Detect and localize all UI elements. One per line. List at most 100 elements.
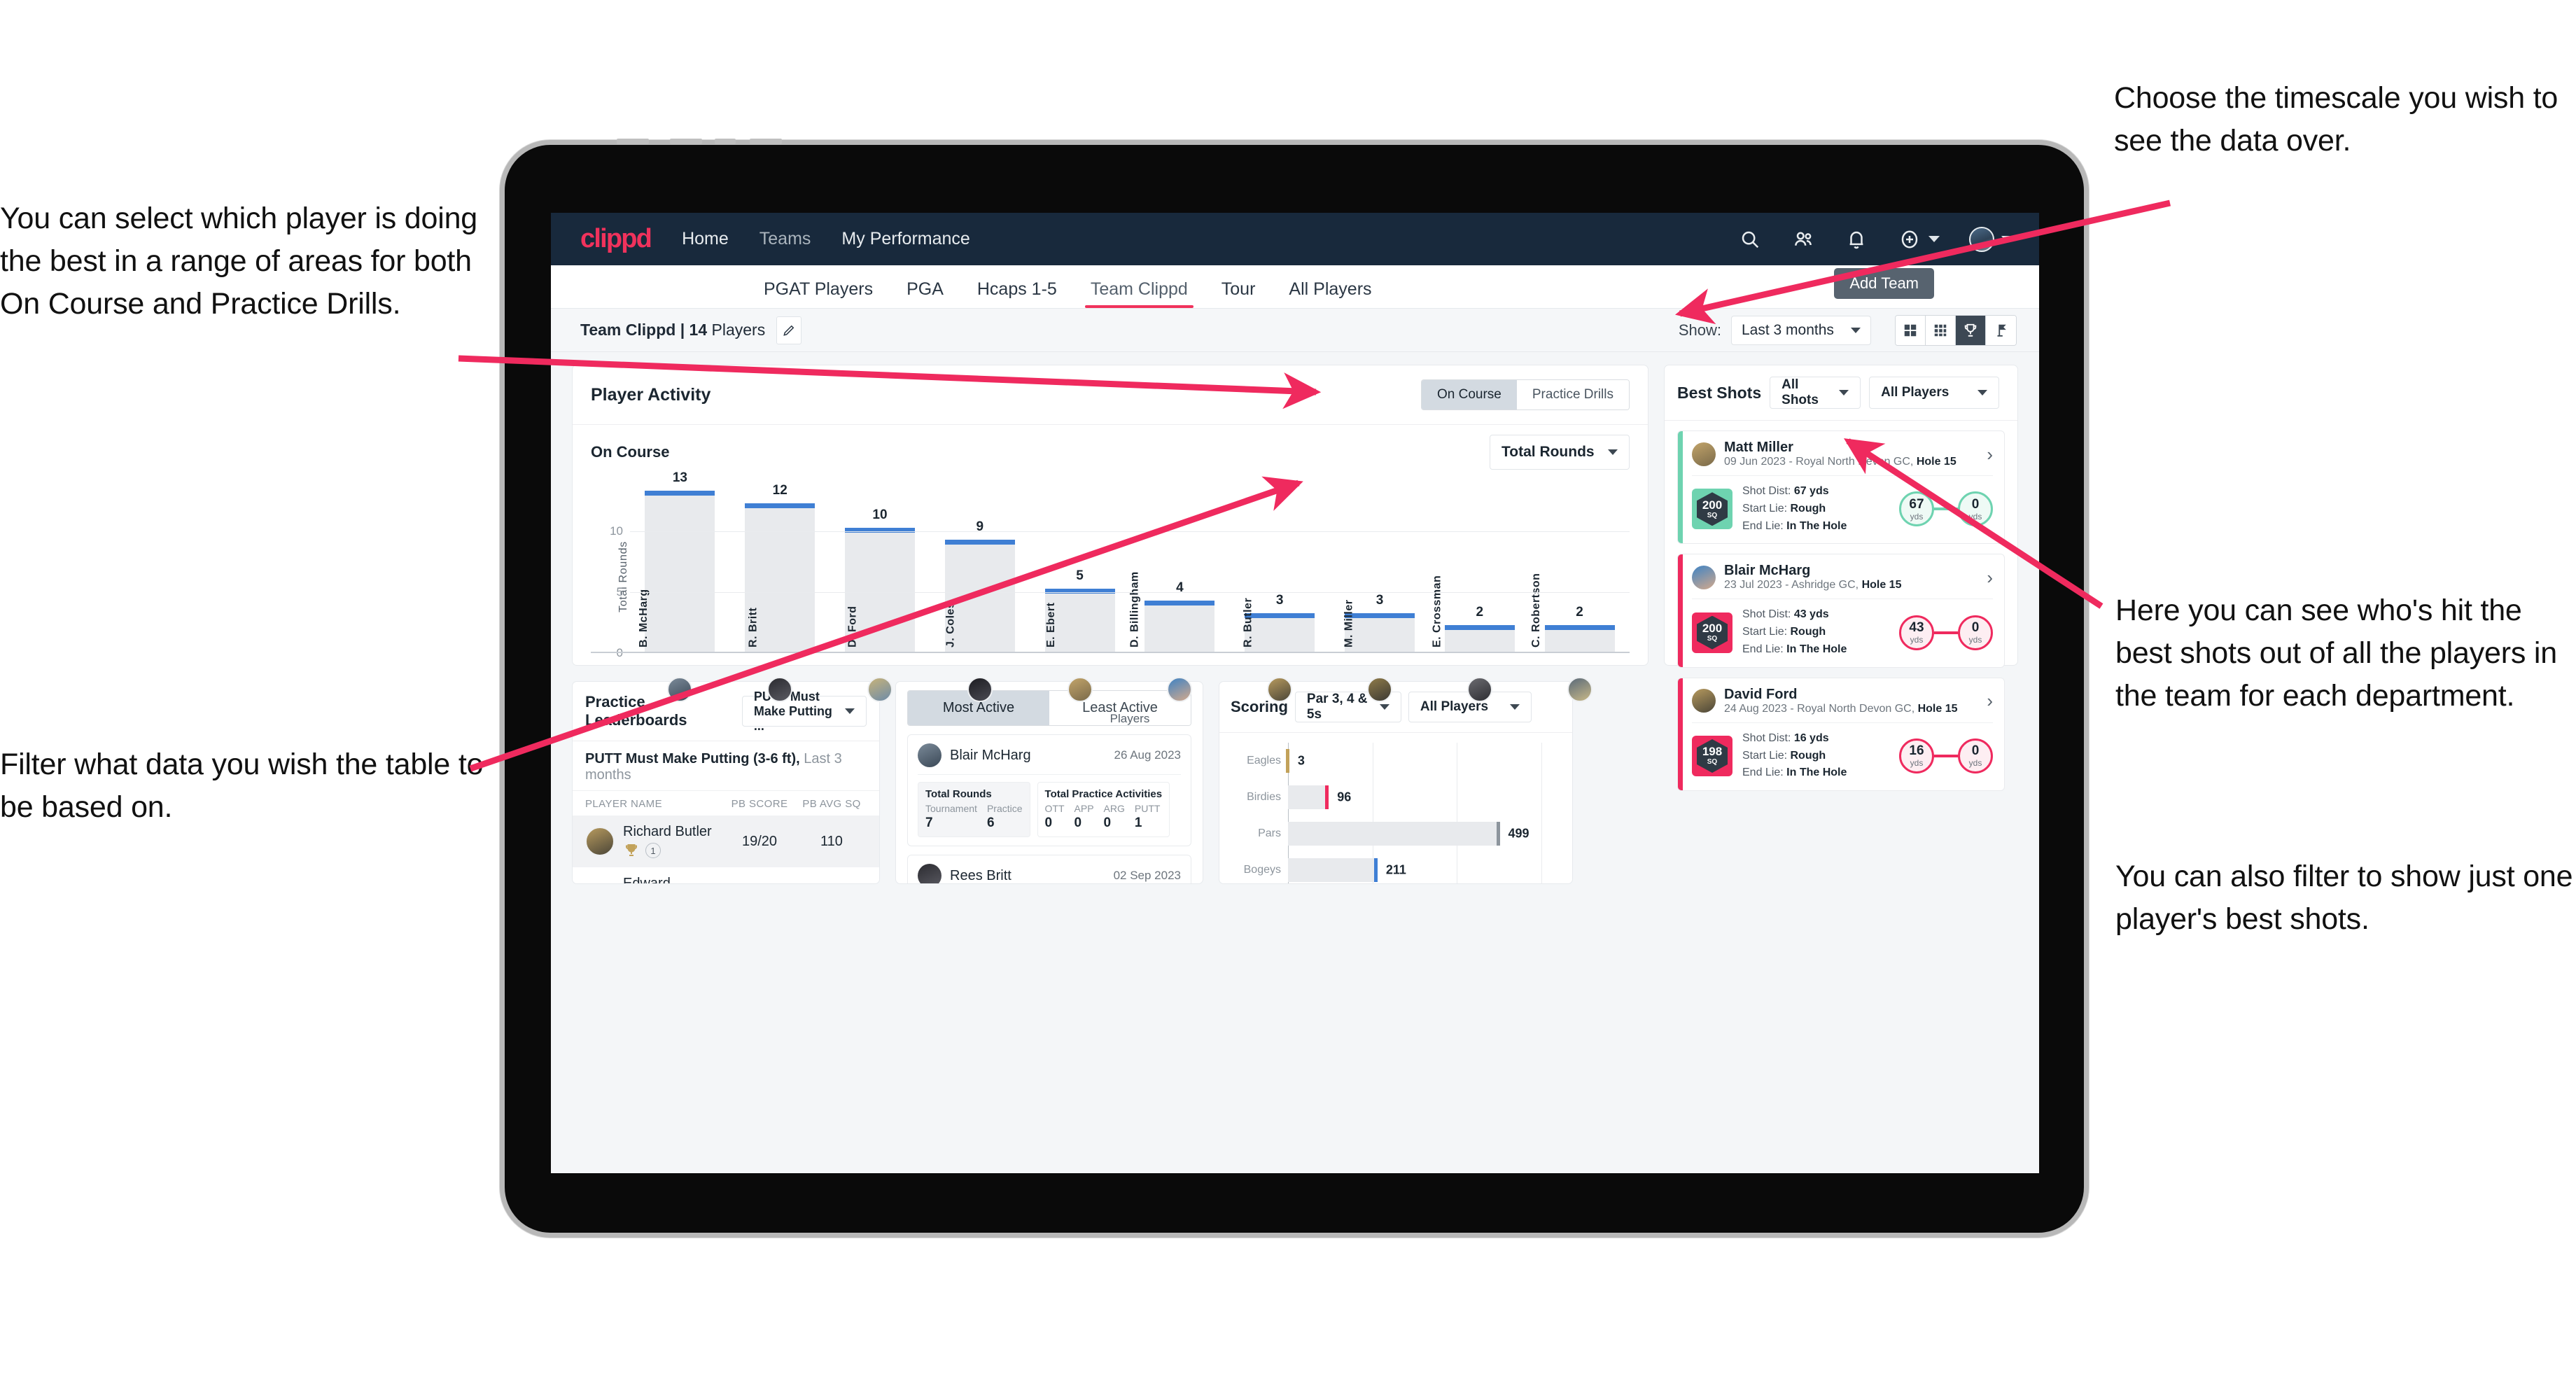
avatar[interactable] (1167, 677, 1193, 702)
segment-on-course[interactable]: On Course (1422, 380, 1517, 410)
team-name: Team Clippd (580, 321, 676, 339)
scoring-row[interactable]: Eagles 3 (1232, 743, 1560, 779)
chart-y-axis-ticks: 0 5 10 (602, 482, 626, 659)
best-shot-card[interactable]: Matt Miller 09 Jun 2023 - Royal North De… (1677, 430, 2005, 545)
edit-team-button[interactable] (776, 316, 802, 344)
shot-player-name: David Ford (1724, 686, 1798, 702)
end-lie-label: End Lie: (1742, 766, 1787, 779)
chart-bar-slot[interactable]: 12 R. Britt (730, 482, 830, 653)
chart-bar-slot[interactable]: 2 C. Robertson (1530, 482, 1630, 653)
avatar[interactable] (767, 677, 793, 702)
start-lie-line: Start Lie: Rough (1742, 500, 1847, 518)
timescale-select[interactable]: Last 3 months (1731, 315, 1871, 345)
view-trophy-button[interactable] (1956, 315, 1986, 345)
clippd-logo[interactable]: clippd (580, 224, 652, 254)
activity-player-card[interactable]: Rees Britt 02 Sep 2023 Total Rounds Tour… (907, 855, 1191, 883)
scoring-row[interactable]: Birdies 96 (1232, 779, 1560, 816)
tab-pgat-players[interactable]: PGAT Players (747, 279, 890, 308)
best-shot-card[interactable]: David Ford 24 Aug 2023 - Royal North Dev… (1677, 677, 2005, 792)
search-icon[interactable] (1738, 227, 1762, 251)
chevron-right-icon[interactable]: › (1987, 445, 1993, 463)
view-grid-small-button[interactable] (1926, 315, 1956, 345)
chevron-right-icon[interactable]: › (1987, 692, 1993, 710)
shot-hole: Hole 15 (1916, 456, 1956, 468)
avatar[interactable] (967, 677, 993, 702)
plus-circle-icon[interactable] (1898, 227, 1921, 251)
practice-col-value: 0 (1044, 816, 1053, 830)
avatar[interactable] (918, 864, 941, 883)
best-shots-player-select[interactable]: All Players (1869, 377, 2000, 409)
player-activity-card: Player Activity On Course Practice Drill… (572, 365, 1648, 725)
team-sep: | (676, 321, 690, 339)
team-count: 14 (689, 321, 708, 339)
nav-link-my-performance[interactable]: My Performance (841, 229, 969, 249)
chart-bar-slot[interactable]: 9 J. Coles (930, 482, 1030, 653)
chart-bar[interactable]: 13 (645, 470, 715, 653)
tab-hcaps-1-5[interactable]: Hcaps 1-5 (960, 279, 1074, 308)
best-shots-type-select[interactable]: All Shots (1770, 377, 1861, 409)
table-row[interactable]: Edward Crossman 2 18/20 107 (573, 867, 879, 883)
avatar[interactable] (1692, 689, 1716, 713)
chart-bar-slot[interactable]: 10 D. Ford (830, 482, 930, 653)
chart-bar-slot[interactable]: 3 R. Butler (1230, 482, 1330, 653)
chart-bar[interactable]: 2 (1444, 605, 1515, 653)
avatar[interactable] (1567, 677, 1592, 702)
user-menu-button[interactable] (1969, 226, 2012, 252)
start-lie-line: Start Lie: Rough (1742, 748, 1847, 765)
avatar[interactable] (867, 677, 892, 702)
avatar[interactable] (1692, 442, 1716, 466)
best-shot-card[interactable]: Blair McHarg 23 Jul 2023 - Ashridge GC, … (1677, 554, 2005, 668)
chart-bar[interactable]: 4 (1144, 580, 1215, 653)
activity-card-header: Rees Britt 02 Sep 2023 (918, 864, 1181, 883)
chart-bar-slot[interactable]: 2 E. Crossman (1429, 482, 1530, 653)
chevron-down-icon[interactable] (1928, 236, 1940, 242)
chart-bar-slot[interactable]: 3 M. Miller (1330, 482, 1430, 653)
chart-bar-slot[interactable]: 5 E. Ebert (1030, 482, 1130, 653)
chart-bar[interactable]: 2 (1544, 605, 1615, 653)
nav-link-teams[interactable]: Teams (760, 229, 811, 249)
avatar[interactable] (585, 827, 615, 856)
tab-team-clippd[interactable]: Team Clippd (1074, 279, 1205, 308)
practice-column: PUTT 1 (1135, 803, 1161, 831)
chart-bar-slot[interactable]: 4 D. Billingham (1129, 482, 1230, 653)
avatar[interactable] (1466, 677, 1492, 702)
shot-dist-value: 43 yds (1793, 608, 1829, 621)
leaderboard-player-cell: Richard Butler 1 (585, 824, 722, 859)
scoring-row[interactable]: Bogeys 211 (1232, 852, 1560, 883)
avatar[interactable] (1267, 677, 1293, 702)
activity-player-card[interactable]: Blair McHarg 26 Aug 2023 Total Rounds To… (907, 734, 1191, 846)
table-row[interactable]: Richard Butler 1 19/20 110 (573, 816, 879, 867)
view-grid-large-button[interactable] (1896, 315, 1926, 345)
tab-all-players[interactable]: All Players (1272, 279, 1388, 308)
chart-gridline (630, 592, 1630, 593)
add-menu-button[interactable] (1898, 227, 1940, 251)
avatar[interactable] (1969, 226, 1994, 252)
chart-bar-slot[interactable]: 13 B. McHarg (630, 470, 730, 653)
nav-link-home[interactable]: Home (682, 229, 729, 249)
start-lie-label: Start Lie: (1742, 626, 1791, 638)
scoring-row[interactable]: Pars 499 (1232, 816, 1560, 852)
avatar[interactable] (1067, 677, 1093, 702)
chart-bar[interactable]: 3 (1245, 593, 1315, 653)
activity-player-name: Blair McHarg (950, 747, 1031, 763)
chevron-down-icon[interactable] (2001, 236, 2012, 242)
avatar[interactable] (1366, 677, 1392, 702)
avatar[interactable] (667, 677, 693, 702)
chart-bar-label: E. Ebert (1044, 602, 1057, 648)
view-flag-button[interactable] (1986, 315, 2016, 345)
chevron-right-icon[interactable]: › (1987, 568, 1993, 587)
end-lie-line: End Lie: In The Hole (1742, 764, 1847, 782)
metric-select[interactable]: Total Rounds (1490, 435, 1630, 470)
practice-col-value: 1 (1134, 816, 1142, 830)
avatar[interactable] (1692, 565, 1716, 589)
chevron-down-icon (1379, 704, 1390, 710)
shot-quality-unit: SQ (1707, 511, 1718, 519)
avatar[interactable] (918, 743, 941, 767)
segment-practice-drills[interactable]: Practice Drills (1516, 380, 1629, 410)
start-lie-label: Start Lie: (1742, 749, 1791, 762)
bell-icon[interactable] (1844, 227, 1868, 251)
tab-pga[interactable]: PGA (890, 279, 960, 308)
people-icon[interactable] (1791, 227, 1815, 251)
chart-bars: 13 B. McHarg 12 R. Britt 10 D. Ford 9 J. Coles 5… (630, 470, 1630, 653)
tab-tour[interactable]: Tour (1205, 279, 1273, 308)
